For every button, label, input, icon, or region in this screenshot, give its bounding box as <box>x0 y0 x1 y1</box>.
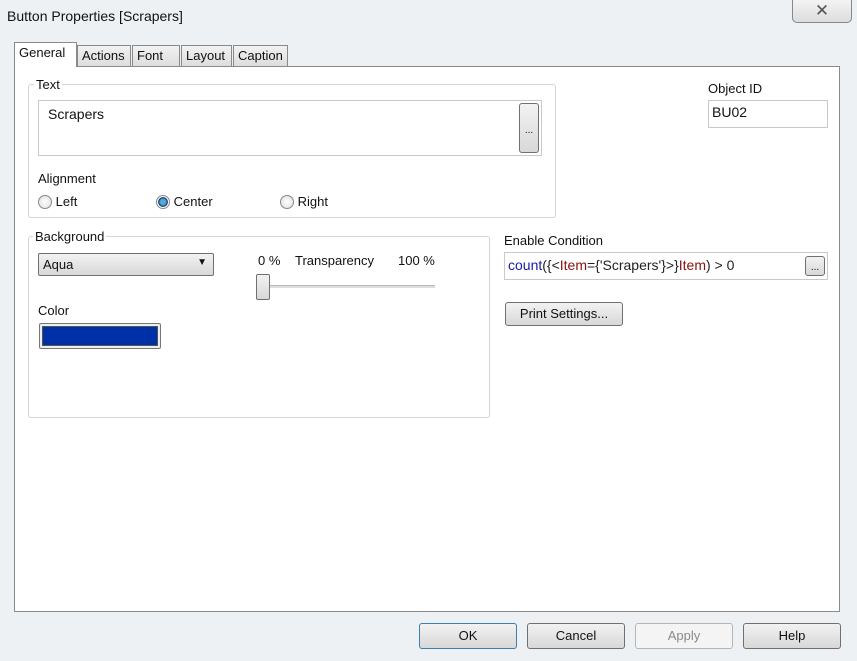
text-input[interactable]: Scrapers <box>38 100 542 156</box>
color-label: Color <box>38 303 70 318</box>
radio-center[interactable]: Center <box>156 194 213 209</box>
radio-left[interactable]: Left <box>38 194 77 209</box>
expr-field: Item <box>559 257 587 273</box>
print-settings-button[interactable]: Print Settings... <box>505 302 623 326</box>
alignment-label: Alignment <box>38 171 96 186</box>
enable-condition-input[interactable]: count({<Item={'Scrapers'}>}Item) > 0 <box>504 252 828 280</box>
cancel-button[interactable]: Cancel <box>527 623 625 649</box>
expr-function: count <box>508 257 543 273</box>
apply-button[interactable]: Apply <box>635 623 733 649</box>
tab-font[interactable]: Font <box>132 45 180 67</box>
radio-center-label: Center <box>173 194 213 209</box>
transparency-max-label: 100 % <box>398 253 435 268</box>
object-id-label: Object ID <box>708 81 763 96</box>
radio-right[interactable]: Right <box>280 194 328 209</box>
radio-icon <box>280 195 294 209</box>
tab-caption[interactable]: Caption <box>233 45 288 67</box>
expr-text: ) > 0 <box>705 257 735 273</box>
tab-layout[interactable]: Layout <box>181 45 232 67</box>
help-button[interactable]: Help <box>743 623 841 649</box>
color-swatch-button[interactable] <box>39 323 161 349</box>
background-select[interactable]: Aqua ▼ <box>38 253 214 276</box>
chevron-down-icon: ▼ <box>197 257 207 268</box>
radio-left-label: Left <box>55 194 78 209</box>
expr-text: ={'Scrapers'}>} <box>587 257 679 273</box>
object-id-input[interactable]: BU02 <box>708 100 828 128</box>
background-selected-value: Aqua <box>43 257 74 272</box>
transparency-slider-thumb[interactable] <box>256 274 270 300</box>
enable-condition-browse-button[interactable]: ... <box>805 256 825 276</box>
enable-condition-label: Enable Condition <box>504 233 604 248</box>
text-browse-button[interactable]: ... <box>519 103 539 153</box>
tab-actions[interactable]: Actions <box>77 45 131 67</box>
background-label: Background <box>33 229 107 244</box>
transparency-slider-track[interactable] <box>258 285 435 288</box>
radio-right-label: Right <box>297 194 328 209</box>
ok-button[interactable]: OK <box>419 623 517 649</box>
radio-selected-icon <box>156 195 170 209</box>
text-group-label: Text <box>34 77 62 92</box>
window-title: Button Properties [Scrapers] <box>7 8 183 24</box>
tab-general[interactable]: General <box>14 42 77 67</box>
transparency-min-label: 0 % <box>258 253 281 268</box>
radio-icon <box>38 195 52 209</box>
color-swatch <box>42 326 158 346</box>
close-icon: ✕ <box>814 1 830 20</box>
expr-text: ({< <box>542 257 560 273</box>
close-button[interactable]: ✕ <box>792 0 852 23</box>
transparency-label: Transparency <box>295 253 374 268</box>
expr-field: Item <box>678 257 706 273</box>
